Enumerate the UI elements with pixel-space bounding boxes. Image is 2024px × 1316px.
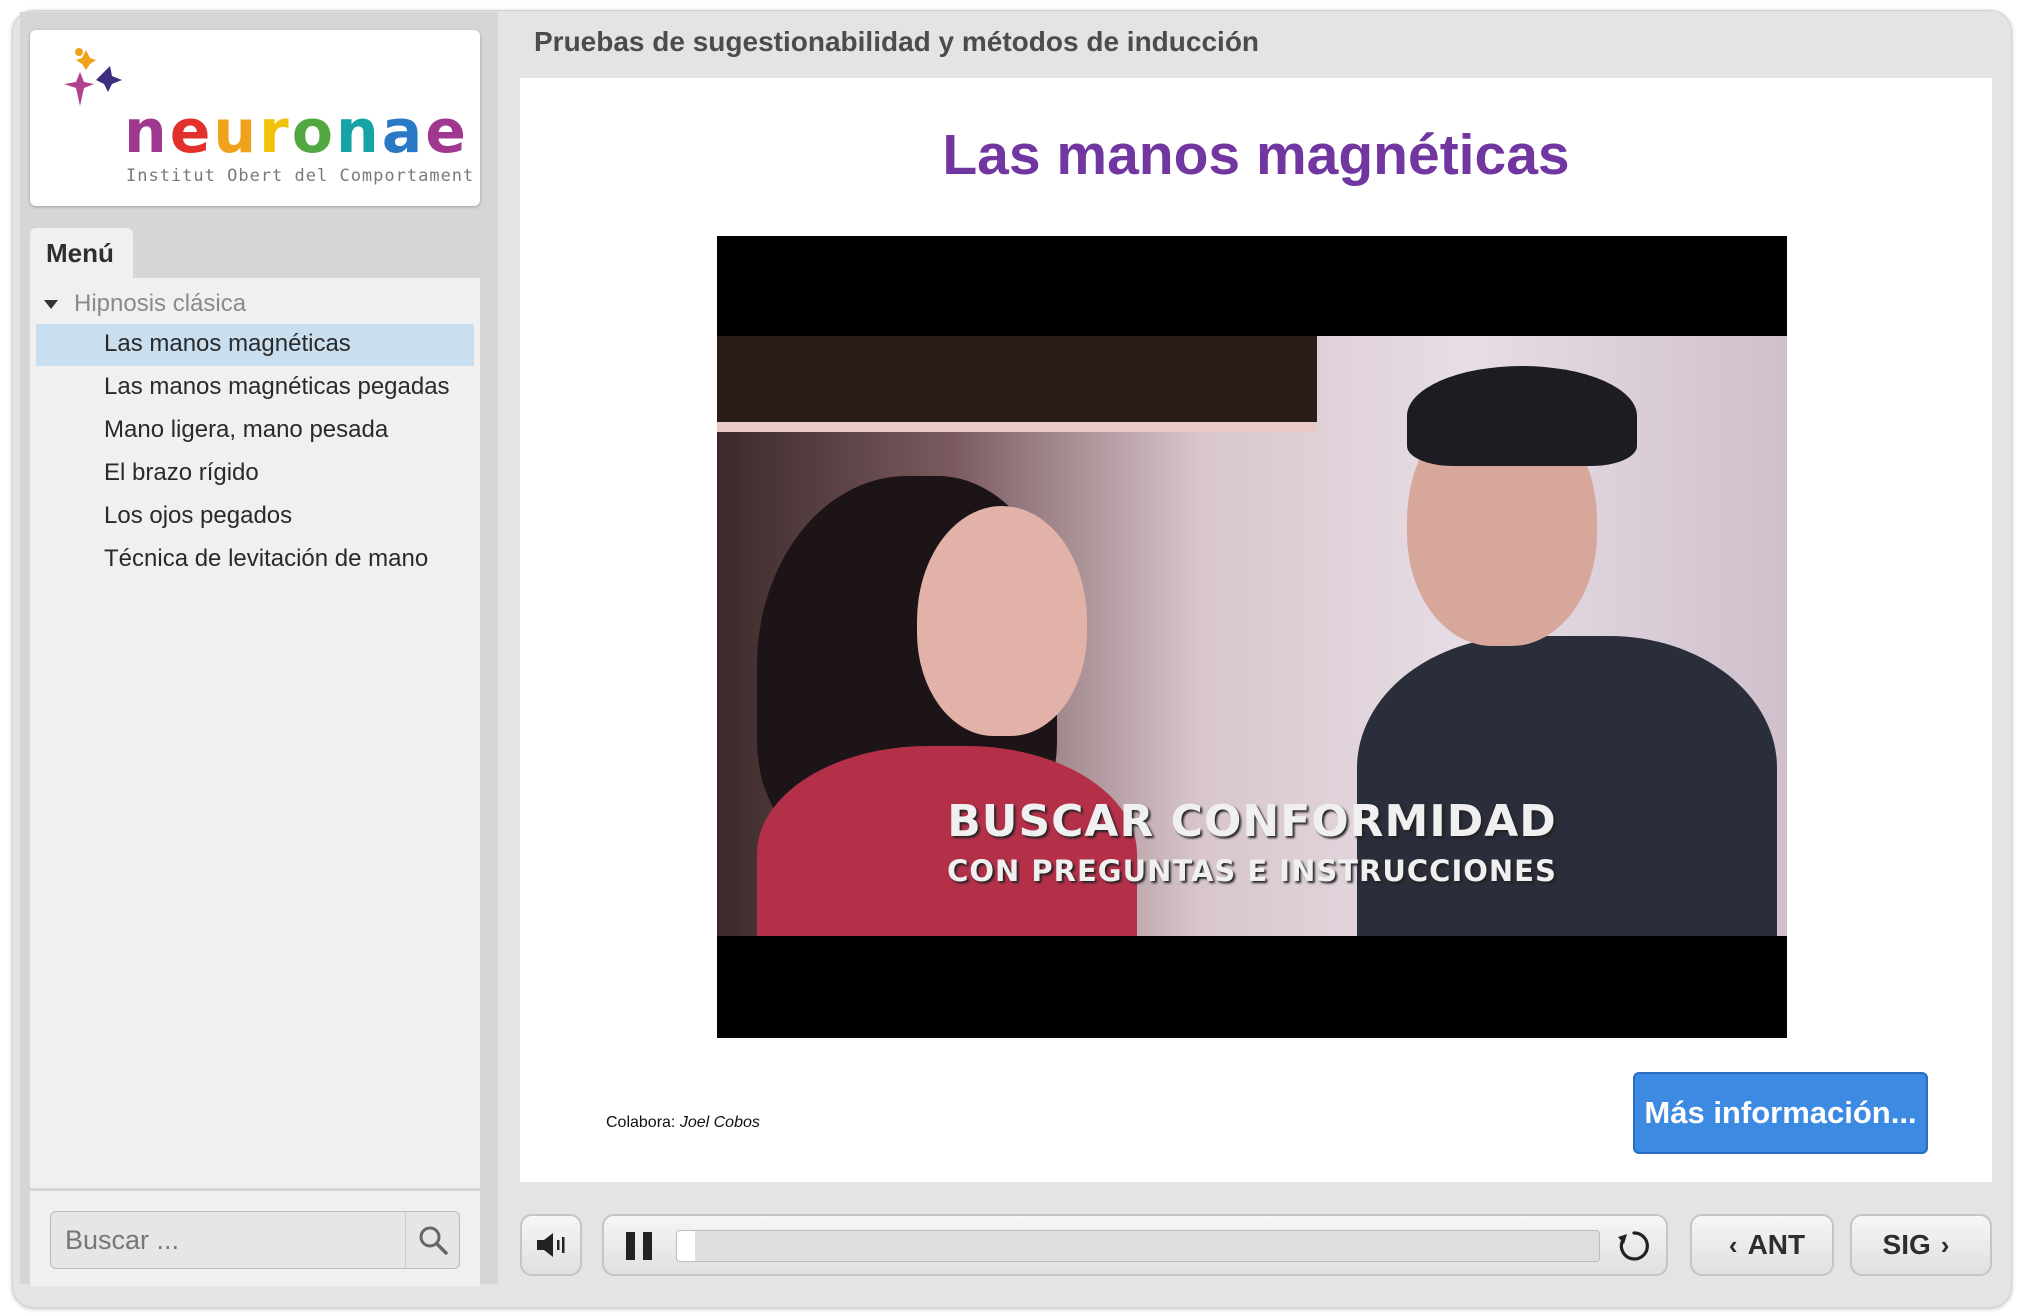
menu-item-mano-ligera-mano-pesada[interactable]: Mano ligera, mano pesada xyxy=(36,410,474,452)
pause-icon[interactable] xyxy=(626,1232,652,1260)
video-caption-line1: BUSCAR CONFORMIDAD xyxy=(947,796,1557,847)
search-area xyxy=(30,1190,480,1286)
previous-button[interactable]: ‹ ANT xyxy=(1690,1214,1834,1276)
search-button[interactable] xyxy=(405,1212,459,1268)
search-box xyxy=(50,1211,460,1269)
tree-section-label: Hipnosis clásica xyxy=(74,290,247,317)
slide-title: Las manos magnéticas xyxy=(942,123,1570,187)
search-input[interactable] xyxy=(51,1212,403,1268)
next-label: SIG xyxy=(1882,1229,1931,1260)
next-button[interactable]: SIG › xyxy=(1850,1214,1992,1276)
volume-button[interactable] xyxy=(520,1214,582,1276)
video-shelf-board xyxy=(717,422,1317,432)
menu-item-las-manos-magneticas[interactable]: Las manos magnéticas xyxy=(36,324,474,366)
magnifier-icon xyxy=(419,1226,448,1255)
menu-item-los-ojos-pegados[interactable]: Los ojos pegados xyxy=(36,496,474,538)
credit-label: Colabora: xyxy=(606,1114,676,1131)
video-frame: BUSCAR CONFORMIDAD CON PREGUNTAS E INSTR… xyxy=(717,336,1787,936)
previous-label: ANT xyxy=(1747,1229,1806,1260)
logo-subtitle: Institut Obert del Comportament xyxy=(126,166,475,186)
course-title: Pruebas de sugestionabilidad y métodos d… xyxy=(534,26,1260,57)
logo-mark-icon xyxy=(64,48,122,106)
tab-menu[interactable]: Menú xyxy=(30,228,133,278)
logo-wordmark: neuronae xyxy=(124,97,469,167)
menu-panel: Hipnosis clásica Las manos magnéticas La… xyxy=(30,278,480,1188)
video-caption-line2: CON PREGUNTAS E INSTRUCCIONES xyxy=(947,854,1557,888)
speaker-icon xyxy=(537,1233,565,1257)
video-person-woman-face xyxy=(917,506,1087,736)
video-person-man-bandana xyxy=(1407,366,1637,466)
playback-bar xyxy=(602,1214,1668,1276)
credit-name: Joel Cobos xyxy=(679,1114,760,1131)
progress-fill xyxy=(677,1231,696,1261)
progress-track[interactable] xyxy=(676,1230,1600,1262)
tree-section-hipnosis-clasica[interactable]: Hipnosis clásica xyxy=(42,290,246,318)
expand-triangle-icon[interactable] xyxy=(44,299,58,309)
menu-item-tecnica-levitacion-mano[interactable]: Técnica de levitación de mano xyxy=(36,539,474,581)
video-bookshelf xyxy=(717,336,1317,426)
video-player[interactable]: BUSCAR CONFORMIDAD CON PREGUNTAS E INSTR… xyxy=(717,236,1787,1038)
video-person-man xyxy=(1357,636,1777,936)
chevron-right-icon: › xyxy=(1940,1229,1950,1260)
menu-item-el-brazo-rigido[interactable]: El brazo rígido xyxy=(36,453,474,495)
slide-content: Las manos magnéticas BUSCAR CONFORMIDAD … xyxy=(520,78,1992,1182)
logo: neuronae Institut Obert del Comportament xyxy=(30,30,480,206)
replay-icon[interactable] xyxy=(1616,1228,1652,1264)
more-info-button[interactable]: Más información... xyxy=(1633,1072,1928,1154)
menu-list: Las manos magnéticas Las manos magnética… xyxy=(36,324,474,582)
credit-text: Colabora: Joel Cobos xyxy=(606,1114,760,1132)
menu-item-las-manos-magneticas-pegadas[interactable]: Las manos magnéticas pegadas xyxy=(36,367,474,409)
chevron-left-icon: ‹ xyxy=(1728,1229,1738,1260)
